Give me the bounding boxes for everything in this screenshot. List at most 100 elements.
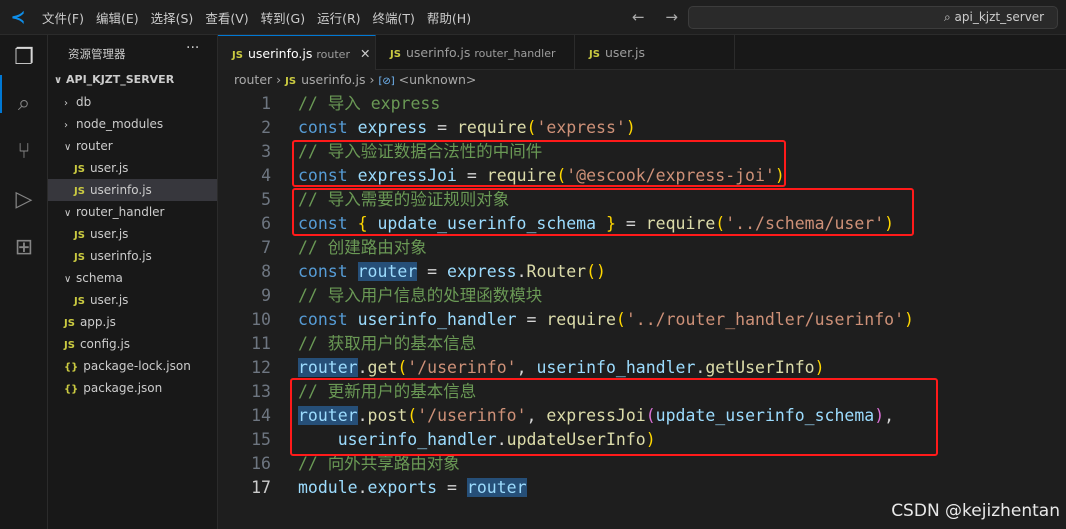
breadcrumb-symbol[interactable]: <unknown> <box>399 72 477 87</box>
line-number: 15 <box>251 430 271 449</box>
code-text: // 创建路由对象 <box>298 236 427 260</box>
code-token: ( <box>615 310 626 329</box>
file-item[interactable]: JS userinfo.js <box>48 245 217 267</box>
menu-item[interactable]: 查看(V) <box>199 8 254 27</box>
menu-bar: 文件(F) 编辑(E) 选择(S) 查看(V) 转到(G) 运行(R) 终端(T) 帮助(H) <box>36 8 477 27</box>
file-item[interactable]: {} package-lock.json <box>48 355 217 377</box>
menu-item[interactable]: 运行(R) <box>311 8 366 27</box>
tab-description: router <box>316 48 350 61</box>
file-item[interactable]: JS user.js <box>48 223 217 245</box>
menu-item[interactable]: 编辑(E) <box>90 8 145 27</box>
folder-item[interactable]: › db <box>48 91 217 113</box>
source-control-icon[interactable]: ⑂ <box>10 139 38 167</box>
tree-item-label: user.js <box>89 227 129 241</box>
tree-item-label: user.js <box>89 293 129 307</box>
tree-item-label: db <box>76 95 92 109</box>
extensions-icon[interactable]: ⊞ <box>10 235 38 263</box>
code-token: = <box>417 262 448 281</box>
tab-user-js[interactable]: JS user.js <box>575 35 735 70</box>
code-token: router <box>298 358 358 377</box>
code-line: 9 // 导入用户信息的处理函数模块 <box>218 284 1066 308</box>
code-token: userinfo_handler <box>357 310 517 329</box>
explorer-title: 资源管理器 <box>68 47 126 61</box>
line-number: 2 <box>261 118 271 137</box>
tab-userinfo-js[interactable]: JS userinfo.js router ✕ <box>218 35 376 70</box>
code-token: . <box>695 358 706 377</box>
file-item[interactable]: JS userinfo.js <box>48 179 217 201</box>
symbol-icon: [⊘] <box>378 76 395 87</box>
file-item[interactable]: JS app.js <box>48 311 217 333</box>
run-debug-icon[interactable]: ▷ <box>10 187 38 215</box>
code-text: const router = express.Router() <box>298 260 606 284</box>
file-item[interactable]: {} package.json <box>48 377 217 399</box>
menu-item[interactable]: 转到(G) <box>255 8 311 27</box>
tab-label: userinfo.js <box>405 45 471 60</box>
tab-userinfo-js[interactable]: JS userinfo.js router_handler <box>376 35 575 70</box>
file-item[interactable]: JS user.js <box>48 289 217 311</box>
tab-label: userinfo.js <box>247 46 313 61</box>
code-token: = <box>427 118 457 137</box>
chevron-right-icon: › <box>64 98 68 109</box>
folder-item[interactable]: ∨ router <box>48 135 217 157</box>
breadcrumb-file[interactable]: userinfo.js <box>301 72 365 87</box>
js-file-icon: JS <box>64 340 75 351</box>
explorer-icon[interactable]: ❐ <box>10 45 38 73</box>
menu-item[interactable]: 帮助(H) <box>421 8 477 27</box>
menu-item[interactable]: 选择(S) <box>145 8 200 27</box>
code-token: '../router_handler/userinfo' <box>625 310 905 329</box>
code-token: ( <box>526 118 537 137</box>
line-number: 16 <box>251 454 271 473</box>
code-token: router <box>357 262 418 281</box>
tree-item-label: node_modules <box>76 117 164 131</box>
command-center-search[interactable]: ⌕ api_kjzt_server <box>688 6 1058 29</box>
tree-item-label: app.js <box>79 315 116 329</box>
line-number: 14 <box>251 406 271 425</box>
workspace-root[interactable]: ∨ API_KJZT_SERVER <box>48 69 217 91</box>
editor-tabs: JS userinfo.js router ✕ JS userinfo.js router_… <box>218 35 1066 70</box>
line-number: 12 <box>251 358 271 377</box>
code-token: , <box>516 358 537 377</box>
line-number: 9 <box>261 286 271 305</box>
code-token: require <box>546 310 616 329</box>
tab-description: router_handler <box>474 47 556 60</box>
code-token: express <box>357 118 428 137</box>
breadcrumb-folder[interactable]: router <box>234 72 272 87</box>
title-bar: ≺ 文件(F) 编辑(E) 选择(S) 查看(V) 转到(G) 运行(R) 终端(T) 帮助(… <box>0 0 1066 35</box>
code-text: router.get('/userinfo', userinfo_handler… <box>298 356 825 380</box>
active-indicator <box>0 75 2 113</box>
js-file-icon: JS <box>589 49 600 60</box>
code-token: . <box>357 478 368 497</box>
js-file-icon: JS <box>390 49 401 60</box>
js-file-icon: JS <box>74 186 85 197</box>
code-line: 17 module.exports = router <box>218 476 1066 500</box>
explorer-sidebar: 资源管理器 ··· ∨ API_KJZT_SERVER › db › node_modu… <box>48 35 218 529</box>
chevron-down-icon: ∨ <box>64 274 72 285</box>
js-file-icon: JS <box>64 318 75 329</box>
search-icon[interactable]: ⌕ <box>10 91 38 119</box>
menu-item[interactable]: 终端(T) <box>367 8 421 27</box>
folder-item[interactable]: ∨ schema <box>48 267 217 289</box>
line-number: 8 <box>261 262 271 281</box>
code-line: 10 const userinfo_handler = require('../r… <box>218 308 1066 332</box>
nav-arrows[interactable]: ← → <box>632 8 686 26</box>
tree-item-label: user.js <box>89 161 129 175</box>
vscode-logo-icon: ≺ <box>10 6 26 28</box>
close-icon[interactable]: ✕ <box>360 46 370 61</box>
code-token: const <box>298 262 348 281</box>
annotation-box <box>292 140 786 187</box>
tree-item-label: userinfo.js <box>89 183 152 197</box>
code-token: ) <box>625 118 636 137</box>
code-line: 1 // 导入 express <box>218 92 1066 116</box>
code-text: // 导入用户信息的处理函数模块 <box>298 284 542 308</box>
code-token: ( <box>397 358 408 377</box>
folder-item[interactable]: › node_modules <box>48 113 217 135</box>
folder-item[interactable]: ∨ router_handler <box>48 201 217 223</box>
line-number: 10 <box>251 310 271 329</box>
menu-item[interactable]: 文件(F) <box>36 8 90 27</box>
code-token: getUserInfo <box>705 358 815 377</box>
json-file-icon: {} <box>64 362 79 373</box>
file-item[interactable]: JS config.js <box>48 333 217 355</box>
line-number: 4 <box>261 166 271 185</box>
more-actions-button[interactable]: ··· <box>186 40 199 56</box>
file-item[interactable]: JS user.js <box>48 157 217 179</box>
